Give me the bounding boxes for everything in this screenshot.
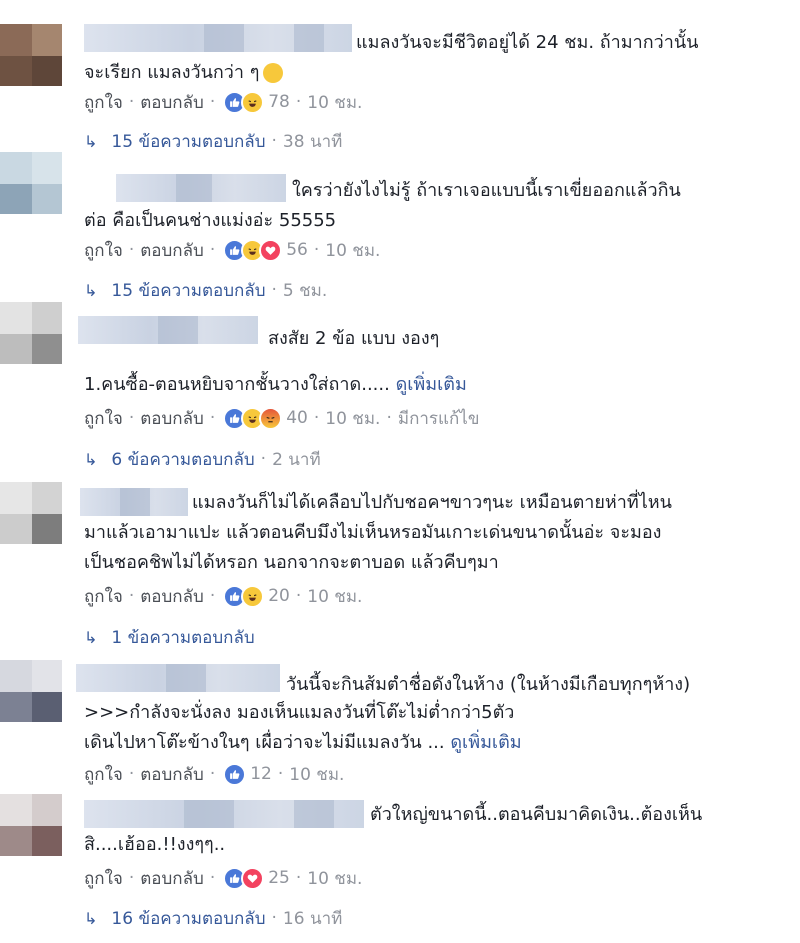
separator: · bbox=[128, 868, 135, 888]
like-link[interactable]: ถูกใจ bbox=[84, 865, 123, 892]
avatar[interactable] bbox=[0, 794, 62, 856]
comment-time[interactable]: 10 ชม. bbox=[307, 865, 362, 892]
comment-6: ตัวใหญ่ขนาดนี้..ตอนคีบมาคิดเงิน..ต้องเห็… bbox=[0, 0, 800, 943]
reply-link[interactable]: ตอบกลับ bbox=[140, 865, 204, 892]
comment-text-line: ตัวใหญ่ขนาดนี้..ตอนคีบมาคิดเงิน..ต้องเห็… bbox=[370, 804, 703, 825]
reply-time: 16 นาที bbox=[282, 908, 343, 929]
comment-actions: ถูกใจ · ตอบกลับ · 25 · 10 ชม. bbox=[84, 866, 362, 890]
reply-arrow-icon: ↳ bbox=[84, 908, 98, 928]
separator: · bbox=[295, 868, 302, 888]
love-icon bbox=[241, 866, 265, 890]
comment-text-line: สิ....เฮ้ออ.!!งงๆๆ.. bbox=[84, 834, 226, 855]
reactions[interactable] bbox=[223, 866, 265, 890]
commenter-name-blurred[interactable] bbox=[84, 800, 364, 828]
reaction-count[interactable]: 25 bbox=[268, 868, 290, 888]
separator: · bbox=[271, 908, 277, 928]
replies-count[interactable]: 16 ข้อความตอบกลับ bbox=[111, 905, 265, 932]
separator: · bbox=[209, 868, 216, 888]
view-replies-link[interactable]: ↳ 16 ข้อความตอบกลับ · 16 นาที bbox=[84, 906, 342, 930]
